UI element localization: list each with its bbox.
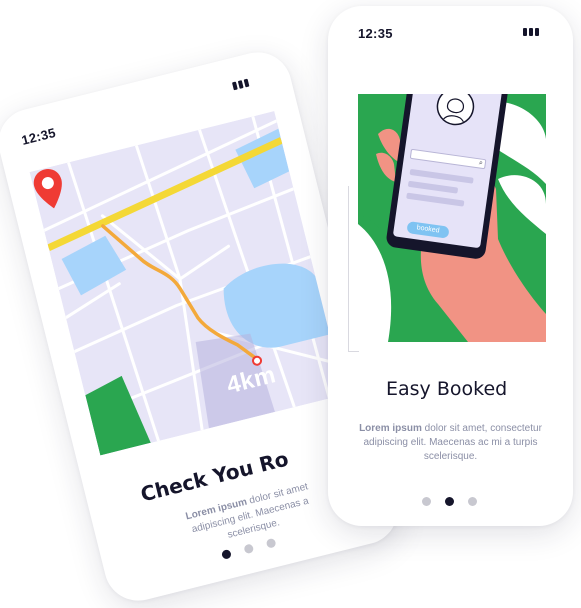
pagination-dot-1[interactable] xyxy=(221,548,232,560)
description-lead: Lorem ipsum xyxy=(359,423,422,434)
battery-icon xyxy=(523,28,539,36)
onboarding-screen-booking: 12:35 ⌕ booked Easy Booked Lorem ipsum d… xyxy=(328,6,573,526)
search-field[interactable]: ⌕ xyxy=(409,148,487,170)
description-line3: scelerisque. xyxy=(423,451,478,462)
pagination-dot-2[interactable] xyxy=(243,543,255,555)
pagination-dots xyxy=(422,497,477,506)
screen-title: Easy Booked xyxy=(386,378,508,400)
map-graphic xyxy=(29,111,345,456)
placeholder-line xyxy=(406,192,465,207)
screen-description: Lorem ipsum dolor sit amet, consectetur … xyxy=(338,422,563,464)
route-map[interactable]: 4km xyxy=(29,111,345,456)
pagination-dot-3[interactable] xyxy=(265,537,277,549)
battery-icon xyxy=(231,78,250,91)
description-line2: adipiscing elit. Maecenas ac mi a turpis xyxy=(363,437,538,448)
pagination-dot-1[interactable] xyxy=(422,497,431,506)
pagination-dot-2[interactable] xyxy=(445,497,454,506)
status-time: 12:35 xyxy=(19,124,58,148)
booking-illustration: ⌕ booked xyxy=(358,94,546,342)
pagination-dot-3[interactable] xyxy=(468,497,477,506)
status-time: 12:35 xyxy=(358,26,393,41)
user-avatar-icon xyxy=(436,94,475,126)
search-icon: ⌕ xyxy=(478,159,484,167)
placeholder-line xyxy=(407,180,459,194)
description-line1: dolor sit amet, consectetur xyxy=(421,423,542,434)
booked-button[interactable]: booked xyxy=(406,221,450,239)
